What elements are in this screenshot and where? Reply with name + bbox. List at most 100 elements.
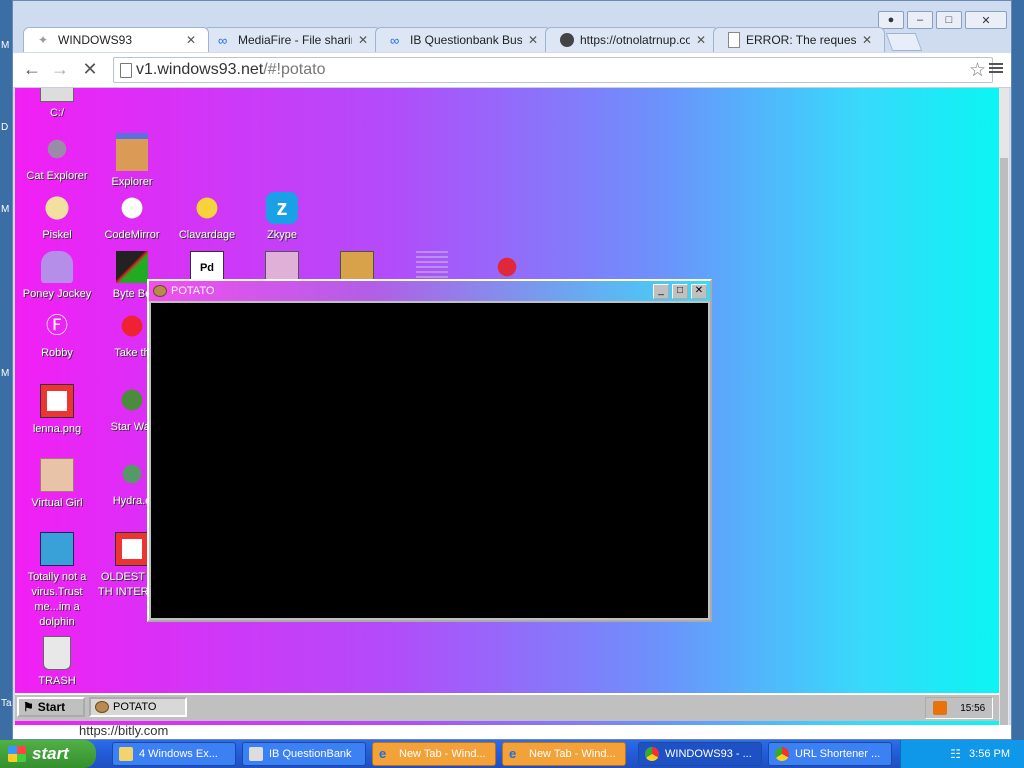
task-label: URL Shortener ...: [795, 748, 881, 760]
task-label: New Tab - Wind...: [399, 748, 486, 760]
desktop-letter: D: [1, 122, 9, 133]
bytebeat-icon: [116, 251, 148, 283]
close-tab-icon[interactable]: ✕: [358, 33, 368, 47]
hydra-icon: [116, 458, 148, 490]
potato-canvas[interactable]: [151, 303, 708, 618]
bookmark-star-icon[interactable]: ☆: [969, 59, 986, 82]
address-bar[interactable]: v1.windows93.net/#!potato ☆: [113, 57, 993, 83]
task-windows-explorer[interactable]: 4 Windows Ex...: [112, 742, 236, 766]
tab-title: https://otnolatrnup.com: [580, 33, 690, 47]
close-tab-icon[interactable]: ✕: [862, 33, 872, 47]
browser-window: ● – □ ✕ ✦ WINDOWS93 ✕ ∞ MediaFire - File…: [12, 0, 1012, 740]
desktop-icon-robby[interactable]: Ⓕ Robby: [18, 310, 96, 361]
forward-arrow-icon[interactable]: →: [49, 59, 71, 80]
desktop-icon-codemirror[interactable]: CodeMirror: [93, 192, 171, 243]
minimize-button[interactable]: _: [653, 283, 669, 299]
network-icon[interactable]: ☷: [950, 747, 961, 761]
desktop-icon-virtual-girl[interactable]: Virtual Girl: [18, 458, 96, 511]
yoda-icon: [116, 384, 148, 416]
browser-toolbar: ← → ✕ v1.windows93.net/#!potato ☆: [13, 53, 1011, 88]
potato-window[interactable]: POTATO _ □ ✕: [147, 279, 712, 622]
start-label: start: [32, 744, 69, 763]
desktop-letter: M: [1, 40, 10, 51]
tab-ib-questionbank[interactable]: ∞ IB Questionbank Busine ✕: [375, 27, 551, 52]
tray-clock: 3:56 PM: [969, 748, 1010, 760]
windows93-icon: ✦: [38, 33, 49, 47]
desktop-icon-trash[interactable]: TRASH: [18, 636, 96, 689]
globe-icon: [560, 33, 574, 47]
close-tab-icon[interactable]: ✕: [528, 33, 538, 47]
page-viewport: C:/ Cat Explorer Explorer Piskel CodeMir…: [15, 88, 1009, 725]
start-label: Start: [37, 700, 66, 714]
w93-clock: 15:56: [960, 702, 986, 714]
girl-icon: [40, 458, 74, 492]
tab-title: MediaFire - File sharing a: [238, 33, 352, 47]
tab-otnolatrnup[interactable]: https://otnolatrnup.com ✕: [545, 27, 719, 52]
task-url-shortener[interactable]: URL Shortener ...: [768, 742, 892, 766]
mediafire-icon: ∞: [218, 33, 228, 48]
w93-logo-icon: ⚑: [23, 700, 34, 714]
tab-error[interactable]: ERROR: The requested ✕: [713, 27, 885, 52]
desktop-icon-dolphin[interactable]: Totally not a virus.Trust me...im a dolp…: [18, 532, 96, 630]
app-icon: [249, 747, 263, 761]
drive-icon: [40, 88, 74, 102]
w93-task-potato[interactable]: POTATO: [89, 697, 187, 717]
icon-label: C:/: [49, 107, 65, 119]
task-new-tab-1[interactable]: e New Tab - Wind...: [372, 742, 496, 766]
desktop-icon-zkype[interactable]: z Zkype: [243, 192, 321, 243]
task-label: New Tab - Wind...: [529, 748, 616, 760]
zkype-icon: z: [266, 192, 298, 224]
window-titlebar[interactable]: POTATO _ □ ✕: [149, 281, 710, 301]
icon-label: Virtual Girl: [31, 497, 83, 509]
task-label: POTATO: [113, 701, 157, 713]
url-text: v1.windows93.net/#!potato: [136, 61, 326, 78]
desktop-icon-piskel[interactable]: Piskel: [18, 192, 96, 243]
new-tab-button[interactable]: [885, 33, 923, 51]
icon-label: CodeMirror: [104, 229, 160, 241]
desktop-letter: Ta: [1, 698, 12, 709]
desktop-icon-c-drive[interactable]: C:/: [18, 88, 96, 121]
status-url: https://bitly.com: [79, 723, 169, 738]
scrollbar[interactable]: [999, 88, 1009, 725]
tab-strip: ✦ WINDOWS93 ✕ ∞ MediaFire - File sharing…: [23, 27, 923, 53]
maximize-button[interactable]: □: [936, 11, 962, 29]
desktop-icon-poney-jockey[interactable]: Poney Jockey: [18, 251, 96, 302]
system-tray: ☷ 3:56 PM: [900, 740, 1024, 768]
maximize-button[interactable]: □: [672, 283, 688, 299]
back-arrow-icon[interactable]: ←: [21, 59, 43, 80]
xp-taskbar: start 4 Windows Ex... IB QuestionBank e …: [0, 740, 1024, 768]
stop-loading-icon[interactable]: ✕: [79, 59, 101, 80]
xp-start-button[interactable]: start: [0, 740, 96, 768]
close-tab-icon[interactable]: ✕: [186, 33, 196, 47]
menu-icon[interactable]: [989, 61, 1003, 75]
image-file-icon: [40, 384, 74, 418]
trash-icon: [43, 636, 71, 670]
desktop-icon-cat-explorer[interactable]: Cat Explorer: [18, 133, 96, 184]
close-tab-icon[interactable]: ✕: [696, 33, 706, 47]
desktop-icon-clavardage[interactable]: Clavardage: [168, 192, 246, 243]
desktop-icon-explorer[interactable]: Explorer: [93, 133, 171, 190]
task-windows93[interactable]: WINDOWS93 - ...: [638, 742, 762, 766]
desktop-letter: M: [1, 368, 10, 379]
icon-label: TRASH: [38, 675, 76, 687]
folder-icon: [119, 747, 133, 761]
task-new-tab-2[interactable]: e New Tab - Wind...: [502, 742, 626, 766]
windows-flag-icon: [8, 746, 26, 762]
tab-mediafire[interactable]: ∞ MediaFire - File sharing a ✕: [203, 27, 381, 52]
desktop-icon-lenna[interactable]: lenna.png: [18, 384, 96, 437]
chrome-icon: [775, 747, 789, 761]
w93-start-button[interactable]: ⚑ Start: [17, 697, 85, 717]
tab-title: ERROR: The requested: [746, 33, 856, 47]
page-icon: [120, 63, 132, 78]
ie-icon: e: [509, 746, 517, 761]
chrome-icon: [645, 747, 659, 761]
document-icon: [115, 532, 149, 566]
potato-icon: [95, 701, 109, 713]
rss-icon[interactable]: [932, 701, 947, 715]
tab-windows93[interactable]: ✦ WINDOWS93 ✕: [23, 27, 209, 52]
desktop-letter: M: [1, 204, 10, 215]
close-button[interactable]: ✕: [691, 283, 707, 299]
icon-label: Cat Explorer: [26, 170, 88, 182]
close-window-button[interactable]: ✕: [965, 11, 1007, 29]
task-ib-questionbank[interactable]: IB QuestionBank: [242, 742, 366, 766]
